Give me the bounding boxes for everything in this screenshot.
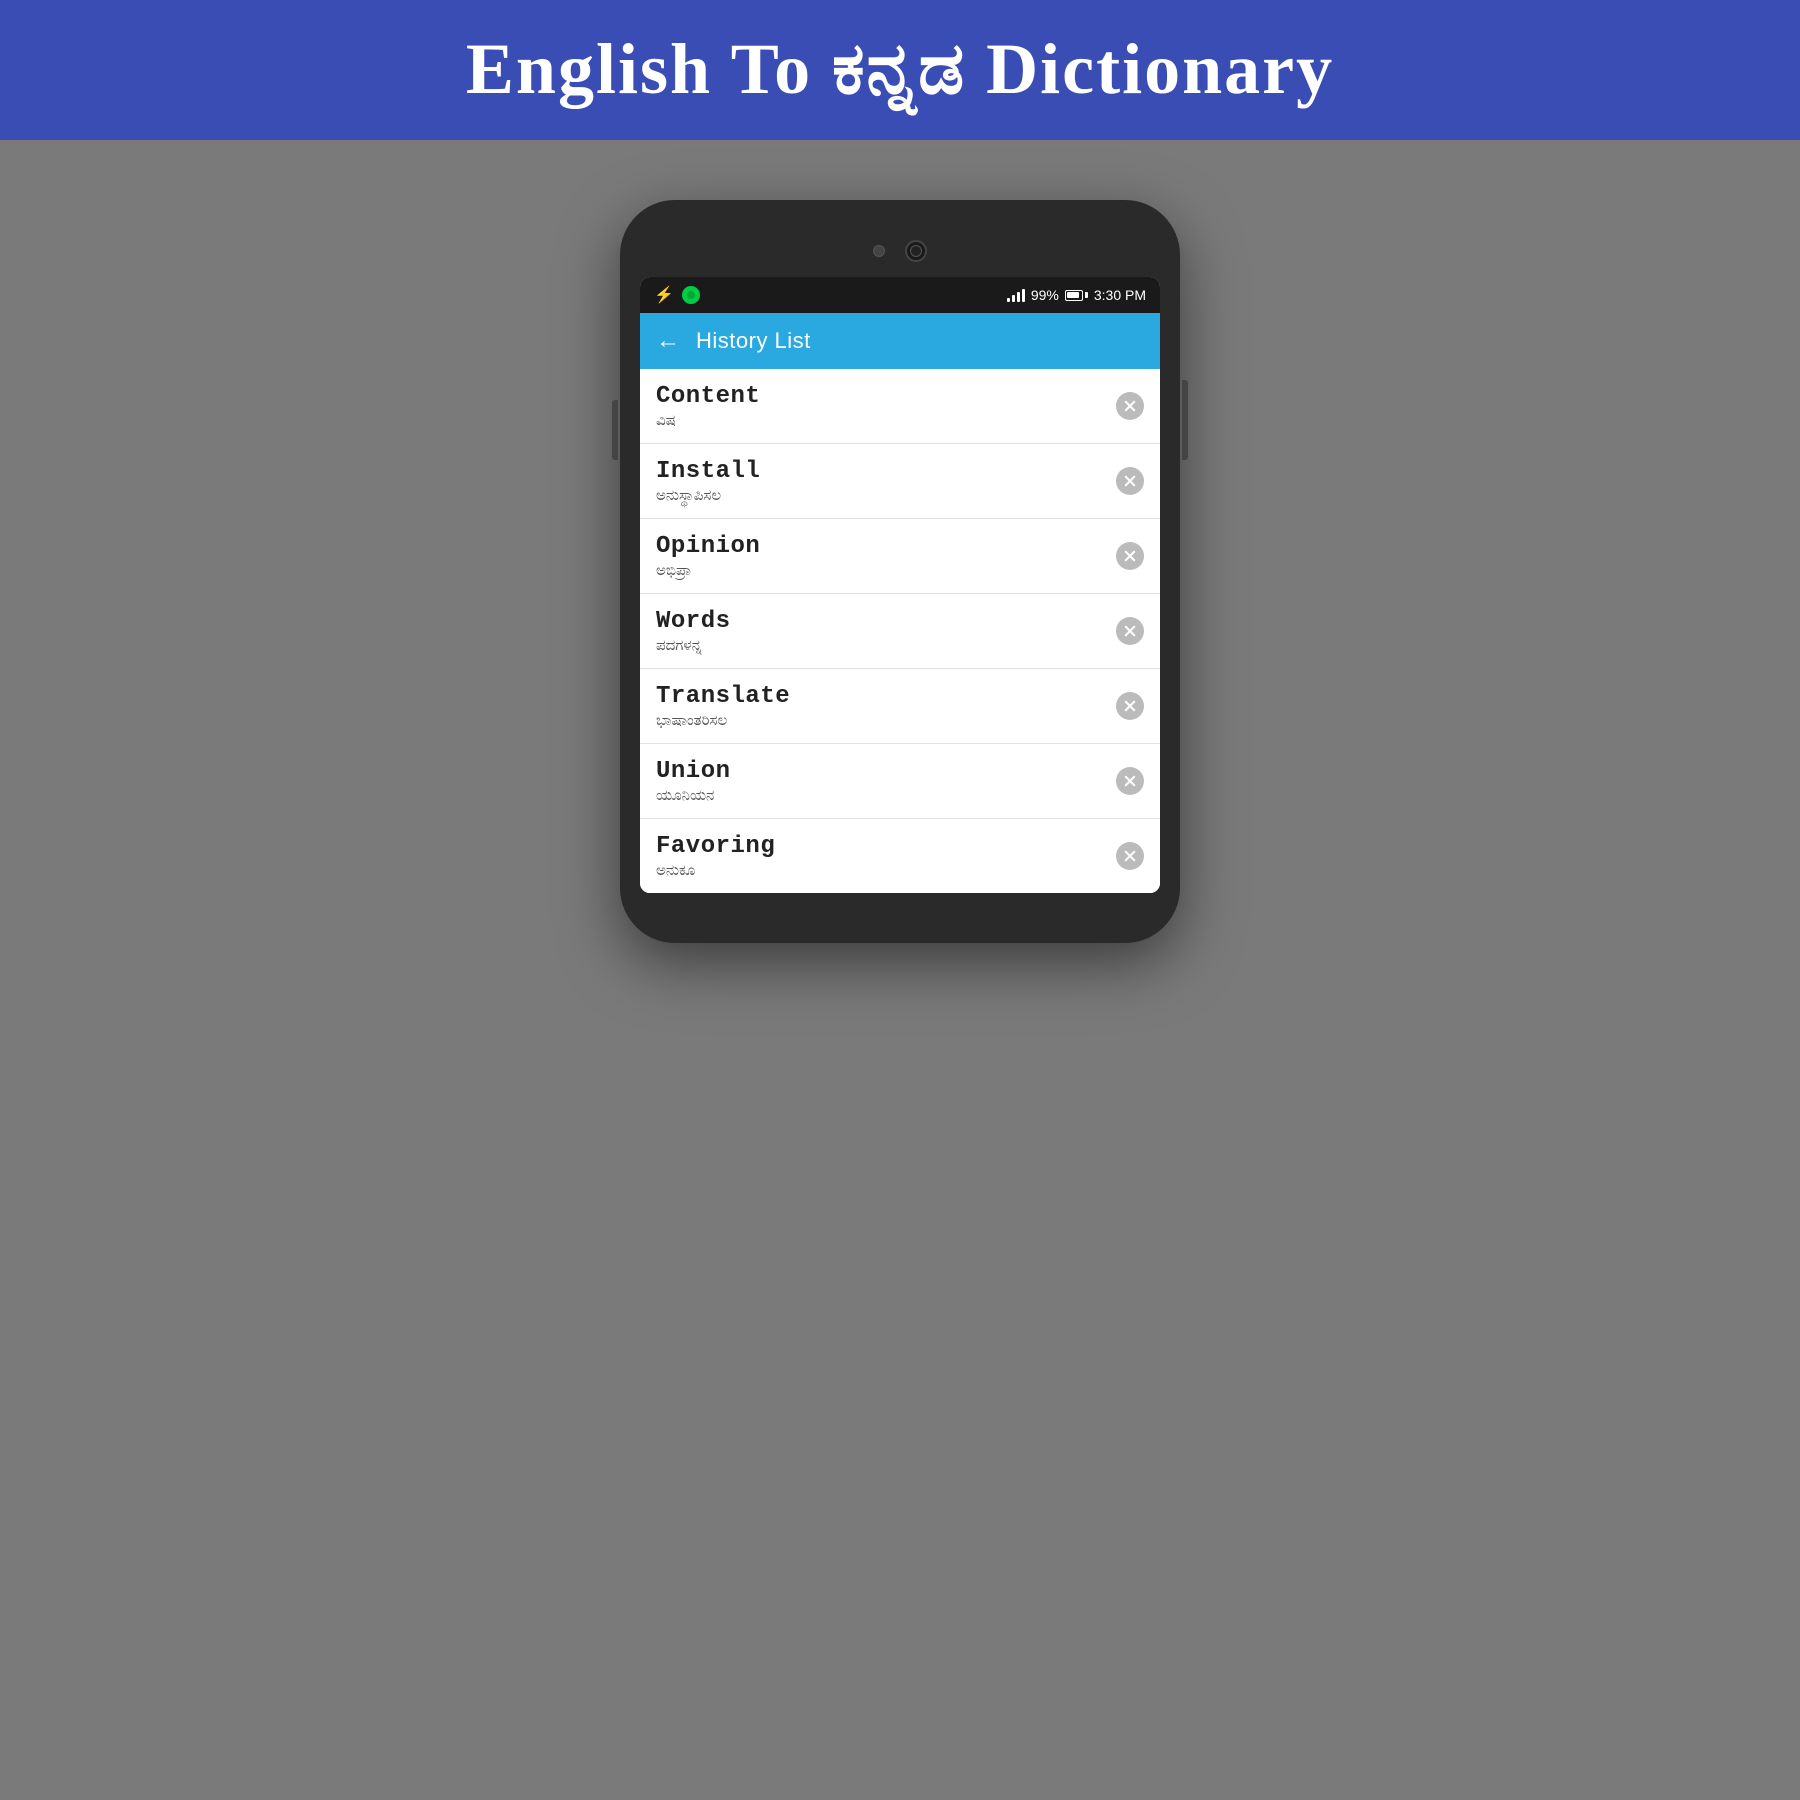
signal-bar-2 [1012,295,1015,302]
background: ⚡ 99% [0,140,1800,1800]
battery-tip [1085,292,1088,298]
phone-screen: ⚡ 99% [640,277,1160,893]
app-bar: ← History List [640,313,1160,369]
battery-icon [1065,290,1088,301]
list-item[interactable]: Opinion ಅಭಿಪ್ರಾ [640,519,1160,594]
list-item[interactable]: Union ಯೂನಿಯನ [640,744,1160,819]
remove-button[interactable] [1116,842,1144,870]
list-item-kannada: ವಿಷ [656,412,1116,429]
signal-bar-1 [1007,298,1010,302]
list-item-text: Content ವಿಷ [656,383,1116,429]
list-item-english: Translate [656,683,1116,710]
signal-bar-4 [1022,289,1025,302]
list-item-kannada: ಪದಗಳನ್ನ [656,637,1116,654]
list-item-english: Union [656,758,1116,785]
phone-speaker [873,245,885,257]
list-item-text: Translate ಭಾಷಾಂತರಿಸಲ [656,683,1116,729]
status-bar: ⚡ 99% [640,277,1160,313]
history-list: Content ವಿಷ Install ಅನುಸ್ಥಾಪಿಸಲ Opinion ಅಭಿಪ್… [640,369,1160,893]
remove-button[interactable] [1116,692,1144,720]
remove-button[interactable] [1116,467,1144,495]
phone-device: ⚡ 99% [620,200,1180,943]
list-item-kannada: ಭಾಷಾಂತರಿಸಲ [656,712,1116,729]
list-item-kannada: ಯೂನಿಯನ [656,787,1116,804]
remove-button[interactable] [1116,392,1144,420]
list-item[interactable]: Favoring ಅನುಕೂ [640,819,1160,893]
list-item-english: Words [656,608,1116,635]
list-item-kannada: ಅನುಸ್ಥಾಪಿಸಲ [656,487,1116,504]
list-item-text: Union ಯೂನಿಯನ [656,758,1116,804]
list-item-text: Favoring ಅನುಕೂ [656,833,1116,879]
remove-button[interactable] [1116,767,1144,795]
location-icon [682,286,700,304]
list-item-english: Content [656,383,1116,410]
list-item[interactable]: Content ವಿಷ [640,369,1160,444]
battery-percent: 99% [1031,287,1059,303]
phone-camera [905,240,927,262]
signal-icon [1007,288,1025,302]
remove-button[interactable] [1116,617,1144,645]
remove-button[interactable] [1116,542,1144,570]
banner-title: English To ಕನ್ನಡ Dictionary [466,28,1334,112]
battery-fill [1067,292,1079,298]
list-item-text: Opinion ಅಭಿಪ್ರಾ [656,533,1116,579]
list-item-text: Words ಪದಗಳನ್ನ [656,608,1116,654]
list-item[interactable]: Words ಪದಗಳನ್ನ [640,594,1160,669]
list-item-english: Opinion [656,533,1116,560]
phone-top-area [640,230,1160,277]
list-item-kannada: ಅಭಿಪ್ರಾ [656,562,1116,579]
signal-bar-3 [1017,292,1020,302]
list-item[interactable]: Install ಅನುಸ್ಥಾಪಿಸಲ [640,444,1160,519]
status-right: 99% 3:30 PM [1007,287,1146,303]
list-item-text: Install ಅನುಸ್ಥಾಪಿಸಲ [656,458,1116,504]
phone-side-right-button [1182,380,1188,460]
list-item[interactable]: Translate ಭಾಷಾಂತರಿಸಲ [640,669,1160,744]
clock-time: 3:30 PM [1094,287,1146,303]
battery-body [1065,290,1083,301]
usb-icon: ⚡ [654,285,674,305]
list-item-kannada: ಅನುಕೂ [656,862,1116,879]
phone-side-left-button [612,400,618,460]
top-banner: English To ಕನ್ನಡ Dictionary [0,0,1800,140]
status-left: ⚡ [654,285,700,305]
list-item-english: Install [656,458,1116,485]
list-item-english: Favoring [656,833,1116,860]
app-bar-title: History List [696,328,811,354]
back-button[interactable]: ← [656,327,680,355]
